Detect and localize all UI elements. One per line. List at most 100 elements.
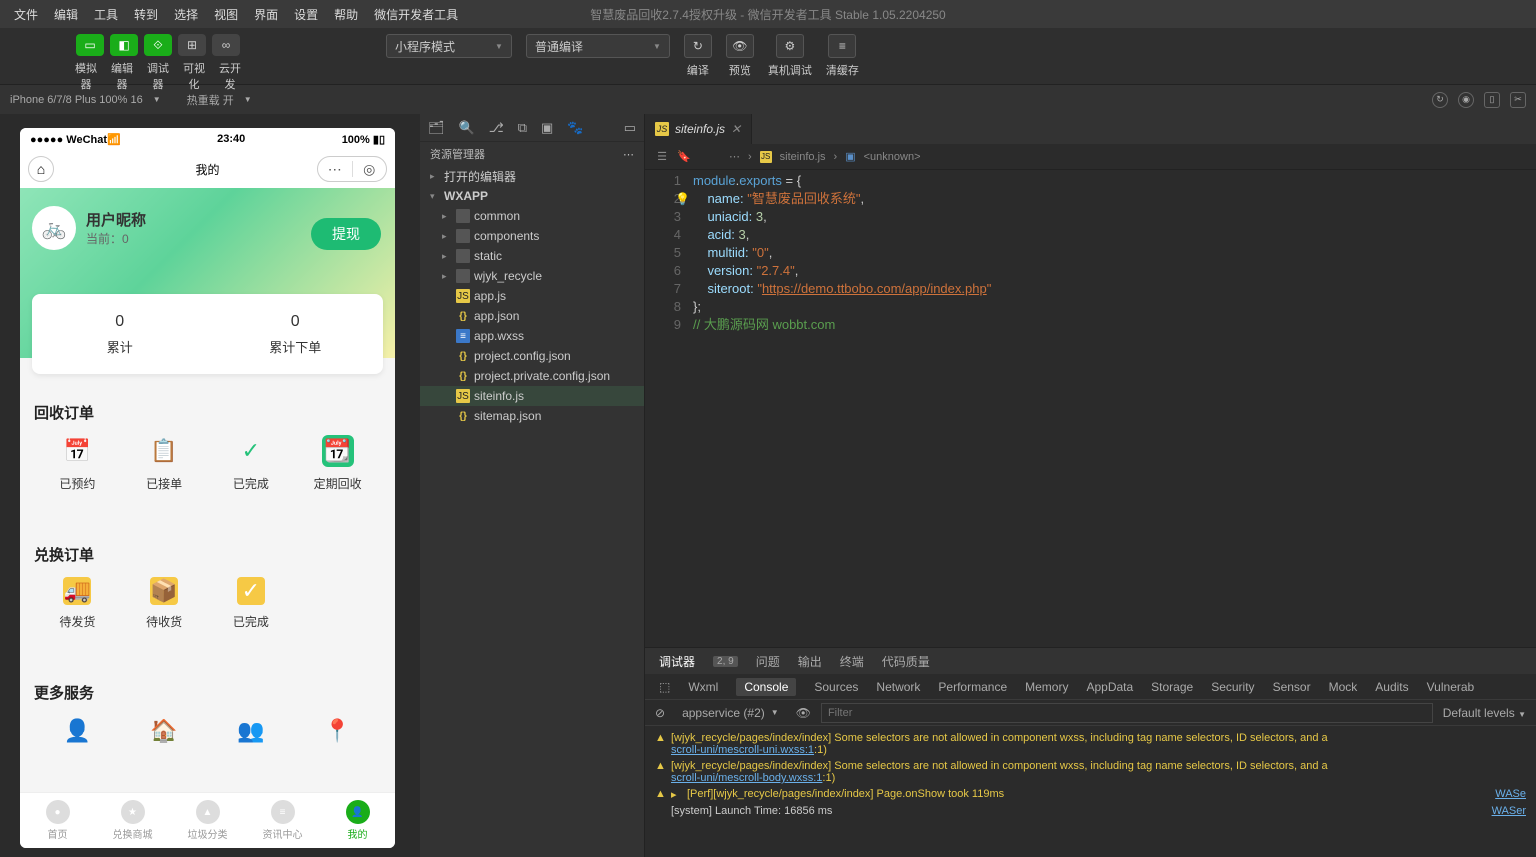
tab-sort[interactable]: ▲垃圾分类 xyxy=(170,793,245,848)
tab-network[interactable]: Network xyxy=(876,680,920,694)
more-icon[interactable]: ⋯ xyxy=(623,148,634,161)
menu-view[interactable]: 视图 xyxy=(206,6,246,23)
more-item-4[interactable]: 📍 xyxy=(294,715,381,747)
branch-icon[interactable]: ⎇ xyxy=(489,120,504,136)
breadcrumb-file[interactable]: siteinfo.js xyxy=(780,151,826,163)
avatar[interactable]: 🚲 xyxy=(32,206,76,250)
tree-file-appwxss[interactable]: ≡app.wxss xyxy=(420,326,644,346)
menu-goto[interactable]: 转到 xyxy=(126,6,166,23)
exchange-ship[interactable]: 🚚待发货 xyxy=(34,577,121,630)
console-output[interactable]: ▲[wjyk_recycle/pages/index/index] Some s… xyxy=(645,726,1536,857)
code-body[interactable]: 💡 module.exports = { name: "智慧废品回收系统", u… xyxy=(693,172,1536,647)
tree-file-appjs[interactable]: JSapp.js xyxy=(420,286,644,306)
console-link[interactable]: scroll-uni/mescroll-uni.wxss:1 xyxy=(671,744,814,756)
home-icon[interactable]: ⌂ xyxy=(28,156,54,182)
menu-icon[interactable]: ▭ xyxy=(624,120,636,136)
tab-mine[interactable]: 👤我的 xyxy=(320,793,395,848)
capsule-button[interactable]: ⋯ ◎ xyxy=(317,156,387,182)
eye-icon[interactable]: 👁 xyxy=(796,706,811,720)
console-link[interactable]: scroll-uni/mescroll-body.wxss:1 xyxy=(671,772,822,784)
tree-folder-components[interactable]: ▸components xyxy=(420,226,644,246)
tab-mall[interactable]: ★兑换商城 xyxy=(95,793,170,848)
tab-performance[interactable]: Performance xyxy=(938,680,1007,694)
tab-code-quality[interactable]: 代码质量 xyxy=(882,653,930,670)
file-tab-siteinfo[interactable]: JS siteinfo.js ✕ xyxy=(645,114,752,144)
remote-debug-button[interactable]: ⚙ xyxy=(776,34,804,58)
filter-input[interactable] xyxy=(821,703,1433,723)
tab-output[interactable]: 输出 xyxy=(798,653,822,670)
tree-folder-static[interactable]: ▸static xyxy=(420,246,644,266)
tree-folder-wjyk[interactable]: ▸wjyk_recycle xyxy=(420,266,644,286)
tab-news[interactable]: ≡资讯中心 xyxy=(245,793,320,848)
tree-file-siteinfo[interactable]: JSsiteinfo.js xyxy=(420,386,644,406)
withdraw-button[interactable]: 提现 xyxy=(311,218,381,250)
order-completed[interactable]: ✓已完成 xyxy=(208,435,295,492)
menu-edit[interactable]: 编辑 xyxy=(46,6,86,23)
visual-toggle[interactable]: ⊞ xyxy=(178,34,206,56)
menu-help[interactable]: 帮助 xyxy=(326,6,366,23)
simulator-toggle[interactable]: ▭ xyxy=(76,34,104,56)
debugger-toggle[interactable]: ⟐ xyxy=(144,34,172,56)
code-editor[interactable]: 123456789 💡 module.exports = { name: "智慧… xyxy=(645,170,1536,647)
console-source[interactable]: WASer xyxy=(1492,805,1526,817)
menu-wechat-devtools[interactable]: 微信开发者工具 xyxy=(366,6,466,23)
editor-toggle[interactable]: ◧ xyxy=(110,34,138,56)
tab-security[interactable]: Security xyxy=(1211,680,1254,694)
close-icon[interactable]: ◎ xyxy=(353,161,387,178)
tab-sensor[interactable]: Sensor xyxy=(1273,680,1311,694)
order-accepted[interactable]: 📋已接单 xyxy=(121,435,208,492)
tab-vulnerability[interactable]: Vulnerab xyxy=(1427,680,1475,694)
context-select[interactable]: appservice (#2) ▼ xyxy=(675,705,786,721)
more-item-3[interactable]: 👥 xyxy=(208,715,295,747)
search-icon[interactable]: 🔍 xyxy=(459,120,475,136)
console-source[interactable]: WASe xyxy=(1495,788,1526,801)
tree-file-projectconfig[interactable]: {}project.config.json xyxy=(420,346,644,366)
tab-mock[interactable]: Mock xyxy=(1329,680,1358,694)
tree-file-appjson[interactable]: {}app.json xyxy=(420,306,644,326)
list-icon[interactable]: ☰ xyxy=(655,150,669,164)
lightbulb-icon[interactable]: 💡 xyxy=(675,190,690,208)
breadcrumb-symbol[interactable]: <unknown> xyxy=(864,151,921,163)
menu-tools[interactable]: 工具 xyxy=(86,6,126,23)
tab-memory[interactable]: Memory xyxy=(1025,680,1068,694)
rotate-icon[interactable]: ↻ xyxy=(1432,92,1448,108)
tab-debugger[interactable]: 调试器 xyxy=(659,653,695,670)
phone-body[interactable]: 🚲 用户昵称 当前：0 提现 0累计 0累计下单 回收订单 xyxy=(20,188,395,792)
more-item-2[interactable]: 🏠 xyxy=(121,715,208,747)
device-icon[interactable]: ▯ xyxy=(1484,92,1500,108)
close-icon[interactable]: ✕ xyxy=(731,122,741,136)
cut-icon[interactable]: ✂ xyxy=(1510,92,1526,108)
mode-dropdown[interactable]: 小程序模式 ▼ xyxy=(386,34,512,58)
tree-file-projectprivate[interactable]: {}project.private.config.json xyxy=(420,366,644,386)
device-select[interactable]: iPhone 6/7/8 Plus 100% 16 xyxy=(10,94,143,106)
more-icon[interactable]: ⋯ xyxy=(318,161,352,178)
compile-dropdown[interactable]: 普通编译 ▼ xyxy=(526,34,670,58)
git-compare-icon[interactable]: ⧉ xyxy=(518,120,527,136)
more-item-1[interactable]: 👤 xyxy=(34,715,121,747)
menu-interface[interactable]: 界面 xyxy=(246,6,286,23)
tab-sources[interactable]: Sources xyxy=(814,680,858,694)
compile-button[interactable]: ↻ xyxy=(684,34,712,58)
tree-open-editors[interactable]: ▸打开的编辑器 xyxy=(420,166,644,186)
order-periodic[interactable]: 📆定期回收 xyxy=(294,435,381,492)
hot-reload-toggle[interactable]: 热重载 开 xyxy=(187,92,234,108)
levels-select[interactable]: Default levels ▼ xyxy=(1443,706,1526,720)
record-icon[interactable]: ◉ xyxy=(1458,92,1474,108)
bookmark-icon[interactable]: 🔖 xyxy=(677,150,691,164)
tab-wxml[interactable]: Wxml xyxy=(688,680,718,694)
panel-icon[interactable]: ▣ xyxy=(541,120,553,136)
menu-select[interactable]: 选择 xyxy=(166,6,206,23)
preview-button[interactable]: 👁 xyxy=(726,34,754,58)
tree-file-sitemap[interactable]: {}sitemap.json xyxy=(420,406,644,426)
tree-folder-common[interactable]: ▸common xyxy=(420,206,644,226)
exchange-done[interactable]: ✓已完成 xyxy=(208,577,295,630)
tree-root[interactable]: ▾WXAPP xyxy=(420,186,644,206)
order-reserved[interactable]: 📅已预约 xyxy=(34,435,121,492)
clear-console-icon[interactable]: ⊘ xyxy=(655,706,665,720)
tab-home[interactable]: ●首页 xyxy=(20,793,95,848)
tab-storage[interactable]: Storage xyxy=(1151,680,1193,694)
tab-console[interactable]: Console xyxy=(736,678,796,696)
bug-icon[interactable]: 🐾 xyxy=(567,120,583,136)
inspect-icon[interactable]: ⬚ xyxy=(659,680,670,694)
tab-appdata[interactable]: AppData xyxy=(1086,680,1133,694)
